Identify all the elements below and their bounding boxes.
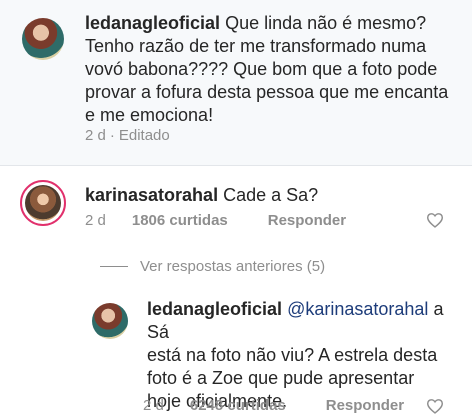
- divider: [0, 165, 472, 166]
- reply-button[interactable]: Responder: [268, 212, 346, 229]
- heart-outline-icon[interactable]: [426, 212, 444, 228]
- comment-username[interactable]: ledanagleoficial: [85, 13, 220, 33]
- reply-meta: 2 d 6248 curtidas Responder: [143, 397, 404, 414]
- avatar[interactable]: [22, 18, 64, 60]
- comment-time: 2 d: [85, 212, 106, 229]
- comment-meta: 2 d · Editado: [85, 127, 170, 144]
- avatar[interactable]: [92, 303, 128, 339]
- reply-button[interactable]: Responder: [326, 397, 404, 414]
- heart-outline-icon[interactable]: [426, 398, 444, 414]
- comment-time: 2 d: [85, 127, 106, 144]
- reply-username[interactable]: ledanagleoficial: [147, 299, 282, 319]
- avatar: [25, 185, 61, 221]
- avatar-story-ring[interactable]: [20, 180, 66, 226]
- reply-text-line: está na foto não viu? A estrela desta: [147, 345, 438, 365]
- comment-text-line: Cade a Sa?: [223, 185, 319, 205]
- comment-body: ledanagleoficial Que linda não é mesmo? …: [85, 12, 465, 127]
- view-previous-replies[interactable]: Ver respostas anteriores (5): [100, 258, 325, 275]
- replies-line: [100, 266, 128, 267]
- mention-link[interactable]: @karinasatorahal: [287, 299, 428, 319]
- comment-meta: 2 d 1806 curtidas Responder: [85, 212, 346, 229]
- comment-body: karinasatorahal Cade a Sa?: [85, 184, 465, 207]
- comment-text-line: e me emociona!: [85, 105, 214, 125]
- comment-text-line: vovó babona???? Que bom que a foto pode: [85, 59, 438, 79]
- reply-text-line: foto é a Zoe que pude apresentar: [147, 368, 415, 388]
- likes-count[interactable]: 1806 curtidas: [132, 212, 228, 229]
- reply-body: ledanagleoficial @karinasatorahal a Sá e…: [147, 298, 467, 413]
- comment-text-line: Tenho razão de ter me transformado numa: [85, 36, 427, 56]
- comment-text-line: Que linda não é mesmo?: [225, 13, 427, 33]
- meta-separator: ·: [109, 127, 115, 144]
- edited-label: Editado: [118, 127, 170, 144]
- view-previous-replies-label: Ver respostas anteriores (5): [140, 258, 326, 275]
- likes-count[interactable]: 6248 curtidas: [190, 397, 286, 414]
- reply-time: 2 d: [143, 397, 164, 414]
- comment-text-line: provar a fofura desta pessoa que me enca…: [85, 82, 449, 102]
- comment-username[interactable]: karinasatorahal: [85, 185, 218, 205]
